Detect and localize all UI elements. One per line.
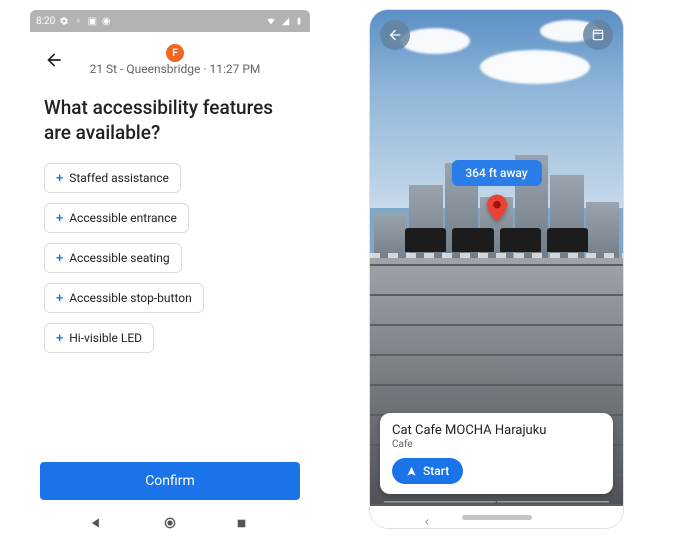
status-time: 8:20 bbox=[36, 16, 55, 27]
location-dot-icon: ◉ bbox=[101, 16, 111, 26]
distance-pill: 364 ft away bbox=[451, 160, 541, 186]
live-view-camera: 364 ft away Cat Cafe MOCHA Harajuku Cafe… bbox=[370, 10, 623, 506]
header: F 21 St - Queensbridge · 11:27 PM bbox=[30, 32, 310, 82]
status-bar: 8:20 ▫ ▣ ◉ bbox=[30, 10, 310, 32]
gear-icon bbox=[59, 16, 69, 26]
battery-icon bbox=[294, 16, 304, 26]
live-view-map-toggle-button[interactable] bbox=[583, 20, 613, 50]
feature-chip-staffed-assistance[interactable]: + Staffed assistance bbox=[44, 163, 181, 193]
phone-accessibility: 8:20 ▫ ▣ ◉ F 21 St - Queensbridge · 11:2… bbox=[30, 10, 310, 540]
plus-icon: + bbox=[56, 292, 63, 305]
start-navigation-button[interactable]: Start bbox=[392, 458, 463, 484]
signal-icon bbox=[280, 16, 290, 26]
chip-label: Hi-visible LED bbox=[69, 331, 142, 345]
confirm-button[interactable]: Confirm bbox=[40, 462, 300, 500]
notification-icon: ▫ bbox=[73, 16, 83, 26]
transit-line-badge: F bbox=[166, 44, 184, 62]
feature-chip-accessible-seating[interactable]: + Accessible seating bbox=[44, 243, 182, 273]
chip-label: Accessible seating bbox=[69, 251, 169, 265]
plus-icon: + bbox=[56, 332, 63, 345]
nav-back-icon[interactable] bbox=[89, 515, 105, 531]
wifi-icon bbox=[266, 16, 276, 26]
place-type: Cafe bbox=[392, 439, 601, 450]
chip-label: Accessible stop-button bbox=[69, 291, 192, 305]
feature-chip-accessible-entrance[interactable]: + Accessible entrance bbox=[44, 203, 189, 233]
plus-icon: + bbox=[56, 172, 63, 185]
nav-home-pill[interactable] bbox=[462, 515, 532, 520]
notification-icon: ▣ bbox=[87, 16, 97, 26]
chip-label: Accessible entrance bbox=[69, 211, 177, 225]
destination-pin-icon bbox=[487, 194, 507, 222]
nav-back-icon[interactable] bbox=[422, 512, 432, 522]
place-card[interactable]: Cat Cafe MOCHA Harajuku Cafe Start bbox=[380, 413, 613, 494]
phone-live-view: 364 ft away Cat Cafe MOCHA Harajuku Cafe… bbox=[370, 10, 623, 528]
question-heading: What accessibility features are availabl… bbox=[30, 82, 310, 163]
place-name: Cat Cafe MOCHA Harajuku bbox=[392, 423, 601, 438]
station-subtitle: 21 St - Queensbridge · 11:27 PM bbox=[90, 62, 261, 76]
plus-icon: + bbox=[56, 212, 63, 225]
nav-home-icon[interactable] bbox=[162, 515, 178, 531]
feature-chip-hi-visible-led[interactable]: + Hi-visible LED bbox=[44, 323, 154, 353]
chip-label: Staffed assistance bbox=[69, 171, 169, 185]
plus-icon: + bbox=[56, 252, 63, 265]
nav-recent-icon[interactable] bbox=[235, 515, 251, 531]
navigate-icon bbox=[406, 466, 417, 477]
live-view-back-button[interactable] bbox=[380, 20, 410, 50]
feature-chip-list: + Staffed assistance + Accessible entran… bbox=[30, 163, 310, 353]
android-gesture-navbar bbox=[370, 506, 623, 528]
feature-chip-accessible-stop-button[interactable]: + Accessible stop-button bbox=[44, 283, 204, 313]
android-navbar bbox=[30, 506, 310, 540]
